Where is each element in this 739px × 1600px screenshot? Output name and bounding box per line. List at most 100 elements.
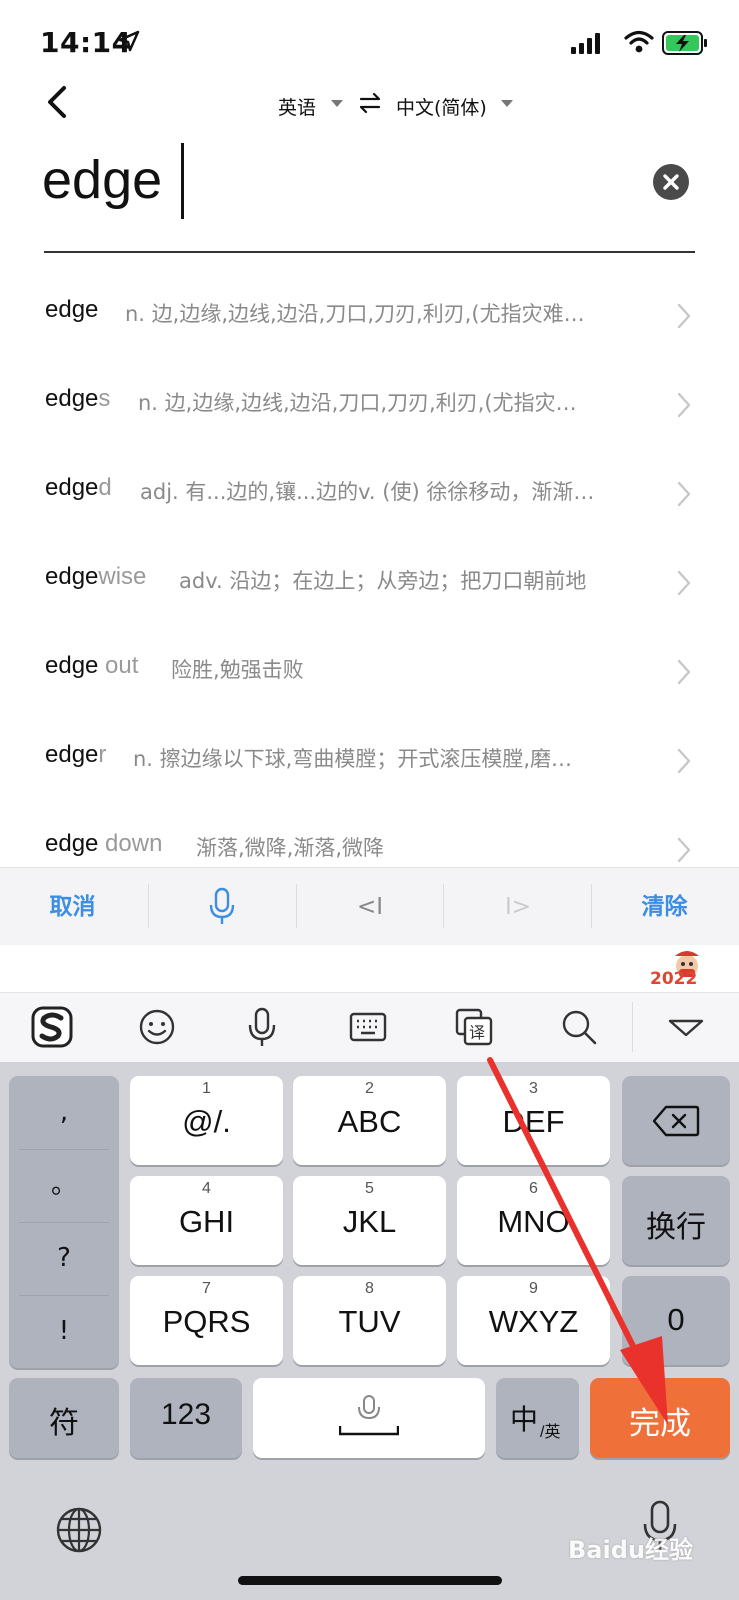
chevron-right-icon xyxy=(677,837,691,863)
suggestion-word: edge xyxy=(45,296,99,323)
done-key[interactable]: 完成 xyxy=(590,1378,730,1458)
backspace-key[interactable] xyxy=(622,1076,730,1165)
key-4[interactable]: 4 GHI xyxy=(130,1176,283,1265)
suggestion-word: edge down xyxy=(45,830,163,857)
cellular-signal-icon xyxy=(571,33,600,54)
caret-down-icon xyxy=(501,100,513,107)
key-1[interactable]: 1 @/. xyxy=(130,1076,283,1165)
search-input[interactable]: edge xyxy=(42,140,162,220)
chevron-right-icon xyxy=(677,570,691,596)
punct-question-key[interactable]: ? xyxy=(9,1222,119,1295)
microphone-icon xyxy=(209,887,235,924)
space-key[interactable] xyxy=(253,1378,485,1458)
close-icon xyxy=(663,174,679,190)
key-sublabel: /英 xyxy=(540,1424,561,1441)
clear-button[interactable]: 清除 xyxy=(622,868,707,946)
suggestion-row[interactable]: edges n. 边,边缘,边线,边沿,刀口,刀刃,利刃,(尤指灾… xyxy=(0,363,739,452)
wifi-icon xyxy=(624,30,654,53)
caret-down-icon xyxy=(331,100,343,107)
key-label: DEF xyxy=(502,1104,565,1139)
suggestion-row[interactable]: edge down 渐落,微降,渐落,微降 xyxy=(0,808,739,868)
key-label: 123 xyxy=(160,1398,212,1431)
suggestion-word: edger xyxy=(45,741,107,768)
suggestion-definition: adj. 有...边的,镶...边的v. (使) 徐徐移动，渐渐… xyxy=(140,480,595,504)
suggestion-definition: adv. 沿边；在边上；从旁边；把刀口朝前地 xyxy=(179,569,587,593)
swap-languages-icon[interactable] xyxy=(358,91,382,115)
key-label: @/. xyxy=(182,1104,231,1139)
keyboard-icon[interactable] xyxy=(343,1002,393,1052)
cursor-left-button[interactable]: <I xyxy=(340,868,400,946)
suggestion-row[interactable]: edger n. 擦边缘以下球,弯曲模膛；开式滚压模膛,磨… xyxy=(0,719,739,808)
suggestion-word: edge out xyxy=(45,652,139,679)
backspace-icon xyxy=(652,1105,700,1137)
sogou-logo-icon[interactable] xyxy=(27,1002,77,1052)
key-6[interactable]: 6 MNO xyxy=(457,1176,610,1265)
collapse-icon[interactable] xyxy=(661,1002,711,1052)
suggestion-row[interactable]: edge out 险胜,勉强击败 xyxy=(0,630,739,719)
suggestion-definition: n. 擦边缘以下球,弯曲模膛；开式滚压模膛,磨… xyxy=(133,747,573,771)
language-switch-key[interactable]: 中 /英 xyxy=(496,1378,579,1458)
suggestion-definition: 渐落,微降,渐落,微降 xyxy=(196,836,385,860)
text-cursor xyxy=(181,143,184,219)
key-label: PQRS xyxy=(162,1304,251,1339)
suggestion-row[interactable]: edge n. 边,边缘,边线,边沿,刀口,刀刃,利刃,(尤指灾难… xyxy=(0,274,739,363)
source-language-selector[interactable]: 英语 xyxy=(278,93,316,120)
newline-key[interactable]: 换行 xyxy=(622,1176,730,1265)
search-underline xyxy=(44,251,695,253)
key-label: ABC xyxy=(337,1104,402,1139)
key-0[interactable]: 0 xyxy=(622,1276,730,1365)
punct-period-key[interactable]: 。 xyxy=(9,1149,119,1222)
divider xyxy=(296,884,297,928)
new-year-badge-icon[interactable]: 2022 xyxy=(648,946,726,990)
translate-icon[interactable]: 译 xyxy=(449,1002,499,1052)
suggestion-word: edged xyxy=(45,474,112,501)
chevron-right-icon xyxy=(677,303,691,329)
key-number: 9 xyxy=(529,1280,538,1297)
suggestion-word: edges xyxy=(45,385,111,412)
suggestion-definition: n. 边,边缘,边线,边沿,刀口,刀刃,利刃,(尤指灾… xyxy=(138,391,577,415)
svg-text:译: 译 xyxy=(469,1023,485,1042)
suggestion-row[interactable]: edged adj. 有...边的,镶...边的v. (使) 徐徐移动，渐渐… xyxy=(0,452,739,541)
suggestion-row[interactable]: edgewise adv. 沿边；在边上；从旁边；把刀口朝前地 xyxy=(0,541,739,630)
key-number: 2 xyxy=(365,1080,374,1097)
key-9[interactable]: 9 WXYZ xyxy=(457,1276,610,1365)
badge-year: 2022 xyxy=(650,969,697,989)
voice-input-button[interactable] xyxy=(192,868,252,946)
microphone-icon[interactable] xyxy=(237,1002,287,1052)
key-5[interactable]: 5 JKL xyxy=(293,1176,446,1265)
target-language-selector[interactable]: 中文(简体) xyxy=(396,93,487,120)
key-number: 5 xyxy=(365,1180,374,1197)
back-chevron-icon[interactable] xyxy=(40,82,76,122)
space-mic-icon xyxy=(338,1395,400,1436)
home-indicator xyxy=(238,1576,502,1585)
key-2[interactable]: 2 ABC xyxy=(293,1076,446,1165)
cursor-right-button[interactable]: I> xyxy=(488,868,548,946)
chevron-right-icon xyxy=(677,748,691,774)
suggestion-definition: 险胜,勉强击败 xyxy=(171,658,304,682)
key-number: 6 xyxy=(529,1180,538,1197)
key-label: 符 xyxy=(49,1407,79,1440)
key-label: TUV xyxy=(338,1304,401,1339)
key-label: 换行 xyxy=(646,1211,706,1244)
battery-charging-icon xyxy=(662,31,707,55)
emoji-icon[interactable] xyxy=(132,1002,182,1052)
key-8[interactable]: 8 TUV xyxy=(293,1276,446,1365)
watermark-text: Baidu经验 xyxy=(568,1536,693,1564)
clear-input-button[interactable] xyxy=(653,164,689,200)
numbers-key[interactable]: 123 xyxy=(130,1378,242,1458)
suggestion-definition: n. 边,边缘,边线,边沿,刀口,刀刃,利刃,(尤指灾难… xyxy=(125,302,585,326)
key-label: 中 xyxy=(510,1404,539,1435)
key-label: JKL xyxy=(342,1204,397,1239)
key-3[interactable]: 3 DEF xyxy=(457,1076,610,1165)
location-arrow-icon xyxy=(118,30,140,52)
punct-exclaim-key[interactable]: ! xyxy=(9,1295,119,1368)
key-7[interactable]: 7 PQRS xyxy=(130,1276,283,1365)
globe-icon[interactable] xyxy=(54,1505,104,1555)
punct-comma-key[interactable]: , xyxy=(9,1076,119,1149)
search-icon[interactable] xyxy=(554,1002,604,1052)
key-number: 3 xyxy=(529,1080,538,1097)
key-label: GHI xyxy=(178,1204,235,1239)
symbols-key[interactable]: 符 xyxy=(9,1378,119,1458)
key-label: 0 xyxy=(667,1302,685,1337)
cancel-button[interactable]: 取消 xyxy=(30,868,115,946)
